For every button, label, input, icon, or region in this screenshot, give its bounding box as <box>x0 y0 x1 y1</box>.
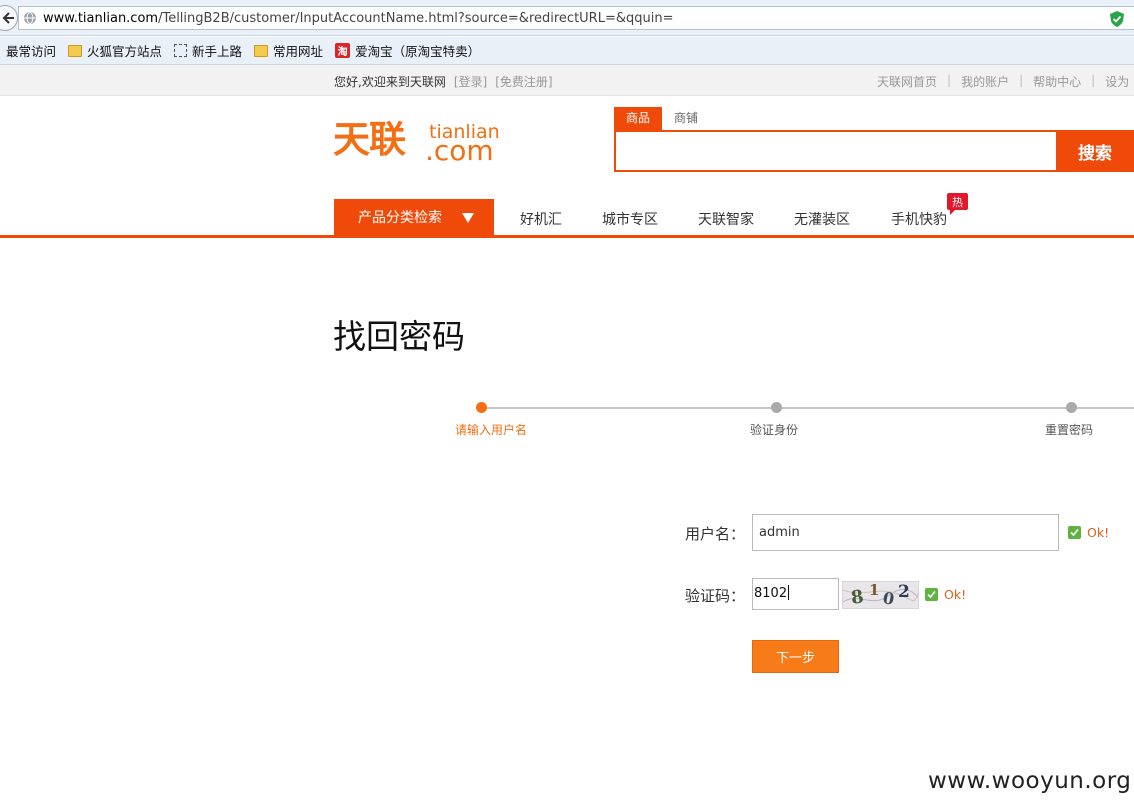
bookmarks-bar: 最常访问 火狐官方站点 新手上路 常用网址 淘爱淘宝（原淘宝特卖） <box>0 37 1134 65</box>
nav-item-city-zone[interactable]: 城市专区 <box>602 209 658 229</box>
help-center-link[interactable]: 帮助中心 <box>1033 73 1081 90</box>
folder-icon <box>254 44 269 57</box>
username-input[interactable]: admin <box>752 514 1059 551</box>
bookmark-firefox-site[interactable]: 火狐官方站点 <box>68 41 162 60</box>
search-tab-shops[interactable]: 商铺 <box>662 107 710 130</box>
logo-chinese: 天联 <box>333 118 406 161</box>
search-input[interactable] <box>614 130 1057 172</box>
set-homepage-link[interactable]: 设为 <box>1105 73 1129 90</box>
back-arrow-icon <box>2 12 14 24</box>
text-caret <box>788 585 790 600</box>
url-path: /TellingB2B/customer/InputAccountName.ht… <box>158 10 674 26</box>
step-label-1: 请输入用户名 <box>455 423 528 437</box>
nav-item-no-filling[interactable]: 无灌装区 <box>794 209 850 229</box>
step-dot-3 <box>1066 402 1077 413</box>
site-logo[interactable]: 天联 tianlian .com <box>333 118 503 166</box>
site-top-bar: 您好,欢迎来到天联网 [登录] [免费注册] 天联网首页 | 我的账户 | 帮助中心 | … <box>0 65 1134 96</box>
captcha-input[interactable]: 8102 <box>752 578 839 610</box>
page-title: 找回密码 <box>333 317 465 356</box>
username-label: 用户名： <box>685 525 746 543</box>
page-icon <box>174 44 188 57</box>
bookmark-common-sites[interactable]: 常用网址 <box>254 41 323 60</box>
captcha-ok: Ok! <box>925 587 966 602</box>
nav-item-mobile[interactable]: 手机快豹 <box>891 209 947 229</box>
folder-icon <box>68 44 83 57</box>
next-step-button[interactable]: 下一步 <box>752 640 839 673</box>
step-dot-1 <box>476 402 487 413</box>
shield-icon[interactable] <box>1110 11 1124 27</box>
search-tab-products[interactable]: 商品 <box>614 107 663 130</box>
category-dropdown[interactable]: 产品分类检索 <box>334 199 494 235</box>
step-dot-2 <box>771 402 782 413</box>
triangle-down-icon <box>462 213 474 223</box>
captcha-label: 验证码： <box>685 587 746 605</box>
search-button[interactable]: 搜索 <box>1056 130 1134 172</box>
url-host: www.tianlian.com <box>43 10 159 26</box>
captcha-char-4: 2 <box>898 582 910 602</box>
search-tabs: 商品 商铺 <box>614 107 710 130</box>
address-bar: www.tianlian.com/TellingB2B/customer/Inp… <box>0 0 1134 36</box>
back-button[interactable] <box>0 5 18 31</box>
home-link[interactable]: 天联网首页 <box>877 73 937 90</box>
nav-item-smart-home[interactable]: 天联智家 <box>698 209 754 229</box>
register-link[interactable]: [免费注册] <box>495 75 552 89</box>
check-icon <box>1068 526 1081 539</box>
username-ok: Ok! <box>1068 525 1109 540</box>
bookmark-getting-started[interactable]: 新手上路 <box>174 41 242 60</box>
step-label-3: 重置密码 <box>1045 423 1094 437</box>
login-link[interactable]: [登录] <box>454 75 487 89</box>
captcha-char-2: 1 <box>869 581 880 599</box>
my-account-link[interactable]: 我的账户 <box>961 73 1009 90</box>
taobao-icon: 淘 <box>335 43 351 58</box>
globe-icon <box>24 11 36 25</box>
nav-item-haojihui[interactable]: 好机汇 <box>520 209 562 229</box>
logo-domain: .com <box>425 134 494 167</box>
bookmark-most-visited[interactable]: 最常访问 <box>6 41 56 60</box>
check-icon <box>925 588 938 601</box>
step-label-2: 验证身份 <box>750 423 799 437</box>
hot-badge: 热 <box>947 193 968 215</box>
top-links: 天联网首页 | 我的账户 | 帮助中心 | 设为 <box>877 73 1130 90</box>
welcome-text: 您好,欢迎来到天联网 [登录] [免费注册] <box>334 75 553 89</box>
url-field[interactable]: www.tianlian.com/TellingB2B/customer/Inp… <box>18 6 1134 30</box>
bookmark-ai-taobao[interactable]: 淘爱淘宝（原淘宝特卖） <box>335 41 480 60</box>
watermark: www.wooyun.org <box>928 768 1132 794</box>
captcha-image[interactable]: 8 1 0 2 <box>842 581 919 609</box>
progress-track <box>481 407 1134 409</box>
